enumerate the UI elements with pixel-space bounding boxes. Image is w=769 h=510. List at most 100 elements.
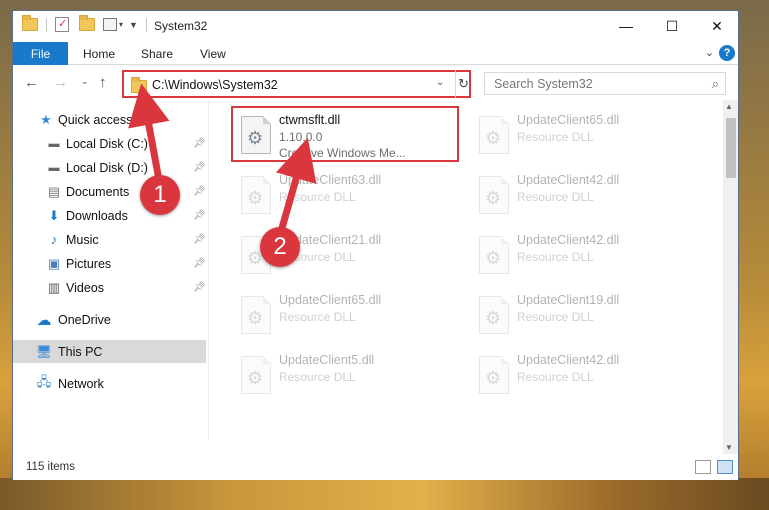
file-description: Resource DLL bbox=[517, 370, 594, 384]
quick-access-dropdown-icon[interactable]: ▼ bbox=[129, 20, 138, 30]
drive-icon: ▬ bbox=[48, 137, 60, 150]
dll-file-icon: ⚙ bbox=[241, 296, 271, 334]
file-name: UpdateClient42.dll bbox=[517, 353, 620, 367]
sidebar-item-local-disk-c[interactable]: ▬ Local Disk (C:) 📌︎ bbox=[13, 132, 206, 155]
scroll-up-icon[interactable]: ▲ bbox=[725, 102, 733, 111]
search-input[interactable]: Search System32 bbox=[494, 77, 593, 91]
file-name: UpdateClient42.dll bbox=[517, 233, 620, 247]
address-dropdown-icon[interactable]: ⌄ bbox=[436, 77, 444, 88]
item-count: 115 items bbox=[26, 461, 76, 473]
file-highlight-box bbox=[231, 106, 459, 162]
computer-icon: 🖥︎ bbox=[35, 343, 53, 359]
forward-arrow-icon[interactable]: → bbox=[53, 74, 68, 91]
view-options-icon[interactable] bbox=[103, 18, 117, 31]
maximize-button[interactable]: ☐ bbox=[649, 11, 695, 41]
tab-view[interactable]: View bbox=[200, 47, 226, 61]
file-name: UpdateClient5.dll bbox=[279, 353, 375, 367]
sidebar-item-quick-access[interactable]: ★ Quick access bbox=[13, 108, 206, 131]
file-item[interactable]: ⚙ UpdateClient5.dll Resource DLL bbox=[231, 349, 456, 405]
sidebar-item-label: Documents bbox=[66, 184, 130, 199]
sidebar-item-label: Network bbox=[58, 376, 104, 391]
address-bar[interactable]: C:\Windows\System32 ⌄ ↻ bbox=[122, 70, 471, 98]
pin-icon: 📌︎ bbox=[193, 282, 206, 293]
sidebar-item-music[interactable]: ♪ Music 📌︎ bbox=[13, 228, 206, 251]
sidebar-item-label: Videos bbox=[66, 280, 104, 295]
tab-share[interactable]: Share bbox=[141, 47, 173, 61]
step-1-badge: 1 bbox=[140, 175, 180, 215]
details-view-icon[interactable] bbox=[695, 460, 711, 474]
recent-locations-icon[interactable]: ⌄ bbox=[81, 76, 89, 87]
customize-dropdown-icon[interactable]: ▾ bbox=[119, 20, 123, 29]
tab-home[interactable]: Home bbox=[83, 47, 115, 61]
file-description: Resource DLL bbox=[517, 250, 594, 264]
dll-file-icon: ⚙ bbox=[241, 356, 271, 394]
file-name: UpdateClient42.dll bbox=[517, 173, 620, 187]
file-item[interactable]: ⚙ UpdateClient19.dll Resource DLL bbox=[469, 289, 694, 345]
search-icon[interactable]: ⌕ bbox=[712, 76, 719, 92]
sidebar-item-label: Pictures bbox=[66, 256, 112, 271]
file-name: UpdateClient19.dll bbox=[517, 293, 620, 307]
pin-icon: 📌︎ bbox=[193, 138, 206, 149]
sidebar-item-label: This PC bbox=[58, 344, 103, 359]
pin-icon: 📌︎ bbox=[193, 162, 206, 173]
pin-icon: 📌︎ bbox=[193, 258, 206, 269]
scroll-down-icon[interactable]: ▼ bbox=[725, 443, 733, 452]
pictures-icon: ▣ bbox=[47, 255, 61, 271]
back-arrow-icon[interactable]: ← bbox=[24, 74, 39, 91]
search-box[interactable]: Search System32 ⌕ bbox=[484, 72, 726, 95]
up-arrow-icon[interactable]: ↑ bbox=[99, 74, 107, 91]
file-item[interactable]: ⚙ UpdateClient42.dll Resource DLL bbox=[469, 229, 694, 285]
file-item[interactable]: ⚙ UpdateClient65.dll Resource DLL bbox=[231, 289, 456, 345]
file-name: UpdateClient63.dll bbox=[279, 173, 382, 187]
file-item[interactable]: ⚙ UpdateClient65.dll Resource DLL bbox=[469, 109, 694, 165]
drive-icon: ▬ bbox=[48, 161, 60, 174]
toolbar-separator bbox=[145, 17, 147, 32]
sidebar-item-pictures[interactable]: ▣ Pictures 📌︎ bbox=[13, 252, 206, 275]
folder-icon bbox=[131, 77, 147, 93]
file-item[interactable]: ⚙ UpdateClient42.dll Resource DLL bbox=[469, 349, 694, 405]
title-bar: ✓ ▾ ▼ System32 — ☐ ✕ bbox=[13, 11, 738, 42]
file-description: Resource DLL bbox=[279, 310, 356, 324]
dll-file-icon: ⚙ bbox=[479, 296, 509, 334]
vertical-scrollbar[interactable]: ▲ ▼ bbox=[723, 100, 738, 454]
toolbar-separator bbox=[46, 17, 47, 32]
navigation-pane: ★ Quick access ▬ Local Disk (C:) 📌︎ ▬ Lo… bbox=[13, 100, 208, 440]
quick-access-toolbar: ✓ ▾ ▼ bbox=[22, 15, 147, 32]
file-description: Resource DLL bbox=[517, 130, 594, 144]
large-icons-view-icon[interactable] bbox=[717, 460, 733, 474]
sidebar-item-label: Downloads bbox=[66, 208, 128, 223]
dll-file-icon: ⚙ bbox=[479, 236, 509, 274]
file-description: Resource DLL bbox=[517, 310, 594, 324]
address-path[interactable]: C:\Windows\System32 bbox=[152, 78, 278, 92]
step-2-badge: 2 bbox=[260, 227, 300, 267]
pin-icon: 📌︎ bbox=[193, 186, 206, 197]
sidebar-item-local-disk-d[interactable]: ▬ Local Disk (D:) 📌︎ bbox=[13, 156, 206, 179]
help-icon[interactable]: ? bbox=[719, 45, 735, 61]
sidebar-item-onedrive[interactable]: ☁ OneDrive bbox=[13, 308, 206, 331]
dll-file-icon: ⚙ bbox=[479, 356, 509, 394]
sidebar-item-downloads[interactable]: ⬇ Downloads 📌︎ bbox=[13, 204, 206, 227]
file-description: Resource DLL bbox=[279, 370, 356, 384]
sidebar-item-label: Local Disk (D:) bbox=[66, 160, 148, 175]
minimize-button[interactable]: — bbox=[603, 11, 649, 41]
network-icon: 🖧︎ bbox=[36, 373, 52, 389]
new-folder-icon[interactable] bbox=[79, 15, 95, 31]
music-icon: ♪ bbox=[50, 232, 58, 247]
file-name: UpdateClient65.dll bbox=[279, 293, 382, 307]
close-button[interactable]: ✕ bbox=[694, 11, 740, 41]
desktop-wallpaper bbox=[0, 478, 769, 510]
sidebar-item-this-pc[interactable]: 🖥︎ This PC bbox=[13, 340, 206, 363]
sidebar-item-videos[interactable]: ▥ Videos 📌︎ bbox=[13, 276, 206, 299]
file-item[interactable]: ⚙ UpdateClient63.dll Resource DLL bbox=[231, 169, 456, 225]
folder-icon bbox=[22, 15, 38, 31]
sidebar-item-network[interactable]: 🖧︎ Network bbox=[13, 372, 206, 395]
scroll-thumb[interactable] bbox=[726, 118, 736, 178]
tab-file[interactable]: File bbox=[13, 42, 68, 65]
file-description: Resource DLL bbox=[279, 190, 356, 204]
download-icon: ⬇ bbox=[48, 207, 60, 223]
properties-icon[interactable]: ✓ bbox=[55, 17, 69, 32]
dll-file-icon: ⚙ bbox=[241, 176, 271, 214]
refresh-icon[interactable]: ↻ bbox=[455, 70, 471, 98]
file-item[interactable]: ⚙ UpdateClient42.dll Resource DLL bbox=[469, 169, 694, 225]
expand-ribbon-icon[interactable]: ⌄ bbox=[705, 46, 714, 59]
